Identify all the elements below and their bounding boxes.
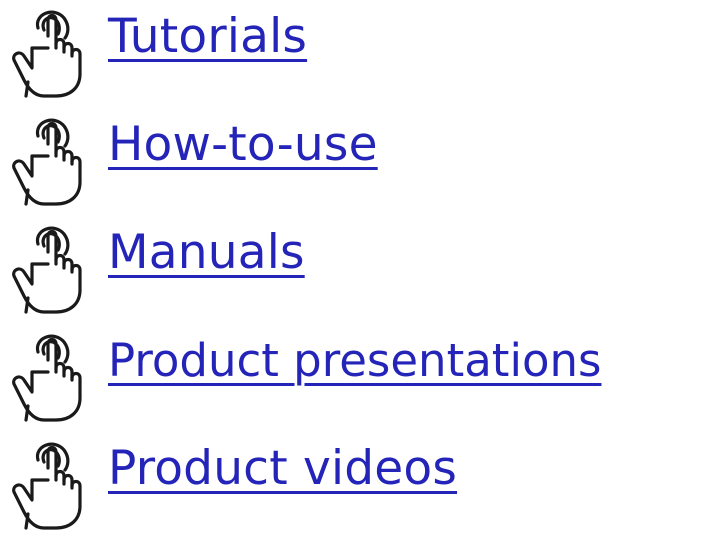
pointing-hand-icon — [10, 224, 88, 314]
product-videos-link[interactable]: Product videos — [108, 434, 457, 504]
pointing-hand-icon — [10, 440, 88, 530]
how-to-use-link[interactable]: How-to-use — [108, 110, 378, 180]
pointing-hand-icon — [10, 332, 88, 422]
tutorials-link[interactable]: Tutorials — [108, 2, 307, 72]
pointing-hand-icon — [10, 116, 88, 206]
manuals-link[interactable]: Manuals — [108, 218, 305, 288]
link-row-how-to-use: How-to-use — [0, 110, 705, 210]
product-presentations-link[interactable]: Product presentations — [108, 326, 601, 396]
link-row-manuals: Manuals — [0, 218, 705, 318]
link-row-product-videos: Product videos — [0, 434, 705, 534]
link-row-product-presentations: Product presentations — [0, 326, 705, 426]
link-row-tutorials: Tutorials — [0, 2, 705, 102]
pointing-hand-icon — [10, 8, 88, 98]
